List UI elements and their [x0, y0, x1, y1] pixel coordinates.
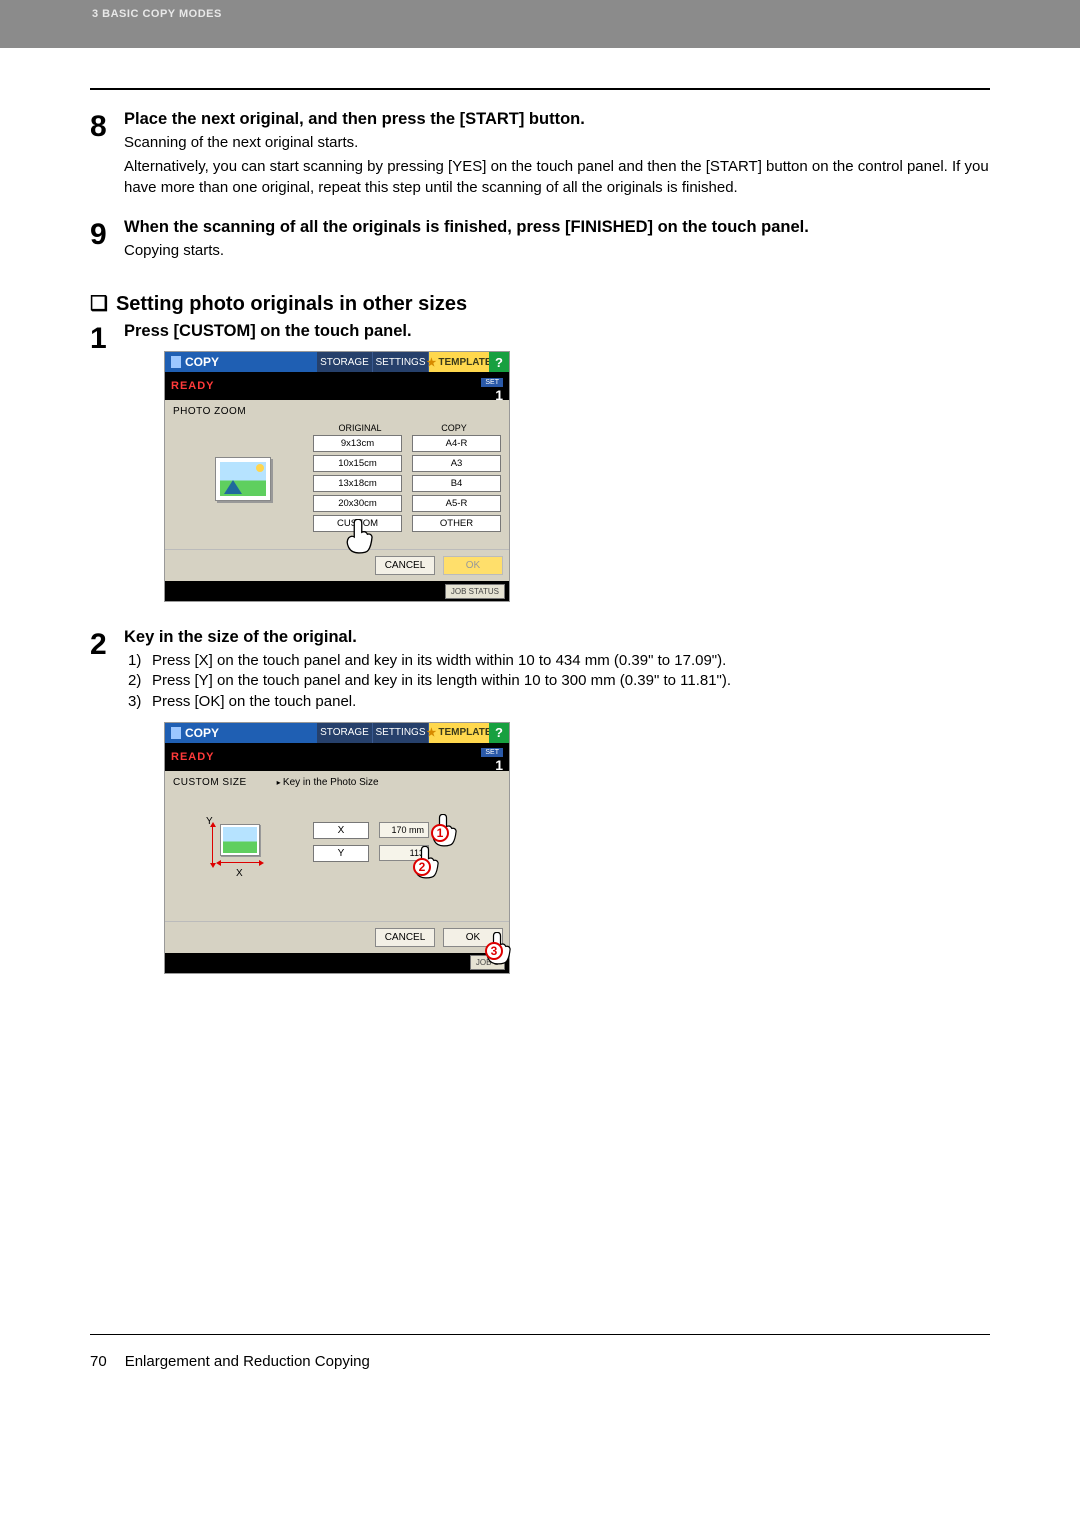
other-button[interactable]: OTHER: [412, 515, 501, 532]
ok-button[interactable]: OK: [443, 556, 503, 575]
callout-3: 3: [485, 942, 503, 960]
y-button[interactable]: Y: [313, 845, 369, 862]
step-number: 1: [90, 322, 124, 602]
set-counter: SET 1: [481, 371, 503, 402]
section-title-text: Setting photo originals in other sizes: [116, 293, 467, 315]
panel-body: PHOTO ZOOM ORIGINAL COPY 9x: [165, 400, 509, 549]
step-number: 2: [90, 628, 124, 974]
breadcrumb: 3 BASIC COPY MODES: [0, 0, 1080, 20]
tab-storage[interactable]: STORAGE: [317, 723, 373, 743]
dimension-diagram-icon: Y X: [208, 818, 278, 878]
help-button[interactable]: ?: [489, 723, 509, 743]
x-value-field[interactable]: 170 mm: [379, 822, 429, 838]
step-title: When the scanning of all the originals i…: [124, 218, 990, 237]
step-title: Key in the size of the original.: [124, 628, 990, 647]
status-ready: READY: [171, 751, 215, 763]
original-size-button[interactable]: 13x18cm: [313, 475, 402, 492]
step-number: 8: [90, 110, 124, 198]
x-button[interactable]: X: [313, 822, 369, 839]
step-line: Copying starts.: [124, 241, 990, 261]
panel-status-bar: READY SET 1: [165, 372, 509, 400]
col-copy: COPY: [407, 423, 501, 433]
substep: 1)Press [X] on the touch panel and key i…: [124, 651, 990, 671]
rule-bottom: [90, 1334, 990, 1335]
pointing-hand-icon: [343, 519, 373, 555]
page-number: 70: [90, 1353, 107, 1370]
section-bullet-icon: ❑: [90, 293, 108, 315]
section-title: ❑ Setting photo originals in other sizes: [90, 291, 990, 316]
photo-thumbnail-icon: [215, 457, 271, 501]
panel-job-bar: JOB S: [165, 953, 509, 973]
step-number: 9: [90, 218, 124, 261]
tab-storage[interactable]: STORAGE: [317, 352, 373, 372]
copy-size-button[interactable]: A5-R: [412, 495, 501, 512]
step-8: 8 Place the next original, and then pres…: [90, 110, 990, 198]
touch-panel-screenshot-1: COPY STORAGE SETTINGS ★TEMPLATE ? READY …: [164, 351, 510, 602]
star-icon: ★: [426, 726, 436, 739]
status-ready: READY: [171, 380, 215, 392]
job-status-button[interactable]: JOB STATUS: [445, 584, 505, 599]
original-size-button[interactable]: 10x15cm: [313, 455, 402, 472]
copy-size-button[interactable]: A3: [412, 455, 501, 472]
panel-status-bar: READY SET 1: [165, 743, 509, 771]
copy-size-button[interactable]: B4: [412, 475, 501, 492]
panel-tabs: COPY STORAGE SETTINGS ★TEMPLATE ?: [165, 352, 509, 372]
tab-template[interactable]: ★TEMPLATE: [429, 723, 489, 743]
tab-settings[interactable]: SETTINGS: [373, 352, 429, 372]
footer-title: Enlargement and Reduction Copying: [125, 1353, 370, 1370]
callout-2: 2: [413, 858, 431, 876]
step-line: Alternatively, you can start scanning by…: [124, 157, 990, 198]
tab-settings[interactable]: SETTINGS: [373, 723, 429, 743]
copy-icon: [171, 356, 181, 368]
rule-top: [90, 88, 990, 90]
step-9: 9 When the scanning of all the originals…: [90, 218, 990, 261]
tab-copy[interactable]: COPY: [165, 352, 285, 372]
mode-label: PHOTO ZOOM: [173, 406, 501, 417]
panel-footer: CANCEL OK: [165, 549, 509, 581]
panel-footer: CANCEL OK 3: [165, 921, 509, 953]
set-counter: SET 1: [481, 741, 503, 772]
panel-job-bar: JOB STATUS: [165, 581, 509, 601]
tab-copy[interactable]: COPY: [165, 723, 285, 743]
panel-tabs: COPY STORAGE SETTINGS ★TEMPLATE ?: [165, 723, 509, 743]
mode-label: CUSTOM SIZE: [173, 777, 247, 788]
touch-panel-screenshot-2: COPY STORAGE SETTINGS ★TEMPLATE ? READY …: [164, 722, 510, 974]
step-1: 1 Press [CUSTOM] on the touch panel. COP…: [90, 322, 990, 602]
panel-body: CUSTOM SIZE Key in the Photo Size Y X: [165, 771, 509, 921]
header-bar: 3 BASIC COPY MODES: [0, 0, 1080, 48]
col-original: ORIGINAL: [313, 423, 407, 433]
original-size-button[interactable]: 9x13cm: [313, 435, 402, 452]
step-title: Press [CUSTOM] on the touch panel.: [124, 322, 990, 341]
copy-icon: [171, 727, 181, 739]
substep: 3)Press [OK] on the touch panel.: [124, 692, 990, 712]
cancel-button[interactable]: CANCEL: [375, 928, 435, 947]
cancel-button[interactable]: CANCEL: [375, 556, 435, 575]
substep: 2)Press [Y] on the touch panel and key i…: [124, 671, 990, 691]
step-line: Scanning of the next original starts.: [124, 133, 990, 153]
help-button[interactable]: ?: [489, 352, 509, 372]
step-2: 2 Key in the size of the original. 1)Pre…: [90, 628, 990, 974]
copy-size-button[interactable]: A4-R: [412, 435, 501, 452]
step-title: Place the next original, and then press …: [124, 110, 990, 129]
hint-text: Key in the Photo Size: [277, 777, 379, 788]
star-icon: ★: [426, 356, 436, 369]
original-size-button[interactable]: 20x30cm: [313, 495, 402, 512]
callout-1: 1: [431, 824, 449, 842]
tab-template[interactable]: ★TEMPLATE: [429, 352, 489, 372]
page-footer: 70 Enlargement and Reduction Copying: [90, 1353, 990, 1370]
